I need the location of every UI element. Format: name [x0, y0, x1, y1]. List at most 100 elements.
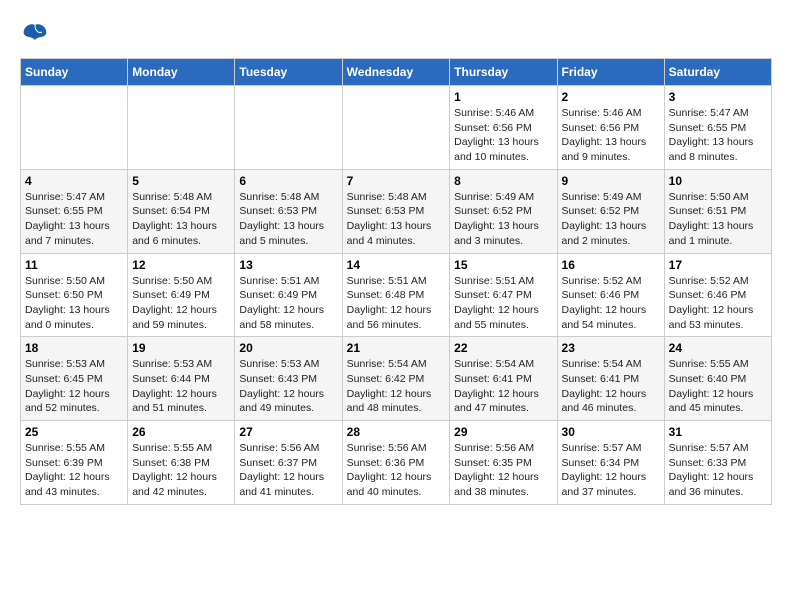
- calendar-cell: 15Sunrise: 5:51 AM Sunset: 6:47 PM Dayli…: [450, 253, 557, 337]
- day-number: 10: [669, 174, 767, 188]
- day-info: Sunrise: 5:49 AM Sunset: 6:52 PM Dayligh…: [562, 190, 660, 249]
- calendar-cell: 12 Sunrise: 5:50 AM Sunset: 6:49 PM Dayli…: [128, 253, 235, 337]
- calendar-cell: 2 Sunrise: 5:46 AM Sunset: 6:56 PM Daylig…: [557, 86, 664, 170]
- calendar-cell: [128, 86, 235, 170]
- calendar-week-row: 18 Sunrise: 5:53 AM Sunset: 6:45 PM Dayli…: [21, 337, 772, 421]
- day-info: Sunrise: 5:52 AM Sunset: 6:46 PM Dayligh…: [562, 274, 660, 333]
- day-number: 29: [454, 425, 552, 439]
- day-info: Sunrise: 5:52 AM Sunset: 6:46 PM Dayligh…: [669, 274, 767, 333]
- calendar-cell: 25 Sunrise: 5:55 AM Sunset: 6:39 PM Dayli…: [21, 421, 128, 505]
- day-info: Sunrise: 5:57 AM Sunset: 6:34 PM Dayligh…: [562, 441, 660, 500]
- day-number: 18: [25, 341, 123, 355]
- day-number: 14: [347, 258, 446, 272]
- day-of-week-header: Sunday: [21, 59, 128, 86]
- day-number: 31: [669, 425, 767, 439]
- day-info: Sunrise: 5:53 AM Sunset: 6:45 PM Dayligh…: [25, 357, 123, 416]
- calendar-cell: 18 Sunrise: 5:53 AM Sunset: 6:45 PM Dayli…: [21, 337, 128, 421]
- day-number: 4: [25, 174, 123, 188]
- day-info: Sunrise: 5:53 AM Sunset: 6:44 PM Dayligh…: [132, 357, 230, 416]
- calendar-cell: 17 Sunrise: 5:52 AM Sunset: 6:46 PM Dayli…: [664, 253, 771, 337]
- day-number: 30: [562, 425, 660, 439]
- day-info: Sunrise: 5:56 AM Sunset: 6:36 PM Dayligh…: [347, 441, 446, 500]
- calendar-cell: 28Sunrise: 5:56 AM Sunset: 6:36 PM Dayli…: [342, 421, 450, 505]
- calendar-week-row: 4 Sunrise: 5:47 AM Sunset: 6:55 PM Daylig…: [21, 169, 772, 253]
- calendar-week-row: 25 Sunrise: 5:55 AM Sunset: 6:39 PM Dayli…: [21, 421, 772, 505]
- calendar-cell: 16Sunrise: 5:52 AM Sunset: 6:46 PM Dayli…: [557, 253, 664, 337]
- day-number: 6: [239, 174, 337, 188]
- calendar-cell: 22 Sunrise: 5:54 AM Sunset: 6:41 PM Dayli…: [450, 337, 557, 421]
- day-info: Sunrise: 5:53 AM Sunset: 6:43 PM Dayligh…: [239, 357, 337, 416]
- day-number: 27: [239, 425, 337, 439]
- calendar-cell: 19 Sunrise: 5:53 AM Sunset: 6:44 PM Dayli…: [128, 337, 235, 421]
- day-number: 13: [239, 258, 337, 272]
- day-info: Sunrise: 5:55 AM Sunset: 6:40 PM Dayligh…: [669, 357, 767, 416]
- calendar-cell: 10 Sunrise: 5:50 AM Sunset: 6:51 PM Dayli…: [664, 169, 771, 253]
- calendar-cell: 6 Sunrise: 5:48 AM Sunset: 6:53 PM Daylig…: [235, 169, 342, 253]
- day-of-week-header: Friday: [557, 59, 664, 86]
- day-of-week-header: Tuesday: [235, 59, 342, 86]
- calendar-cell: 21 Sunrise: 5:54 AM Sunset: 6:42 PM Dayli…: [342, 337, 450, 421]
- day-of-week-header: Wednesday: [342, 59, 450, 86]
- day-info: Sunrise: 5:47 AM Sunset: 6:55 PM Dayligh…: [669, 106, 767, 165]
- day-number: 15: [454, 258, 552, 272]
- day-info: Sunrise: 5:56 AM Sunset: 6:35 PM Dayligh…: [454, 441, 552, 500]
- day-info: Sunrise: 5:54 AM Sunset: 6:41 PM Dayligh…: [562, 357, 660, 416]
- day-number: 3: [669, 90, 767, 104]
- day-number: 20: [239, 341, 337, 355]
- day-info: Sunrise: 5:47 AM Sunset: 6:55 PM Dayligh…: [25, 190, 123, 249]
- calendar-cell: 7Sunrise: 5:48 AM Sunset: 6:53 PM Daylig…: [342, 169, 450, 253]
- calendar-cell: 31 Sunrise: 5:57 AM Sunset: 6:33 PM Dayli…: [664, 421, 771, 505]
- day-number: 23: [562, 341, 660, 355]
- day-info: Sunrise: 5:49 AM Sunset: 6:52 PM Dayligh…: [454, 190, 552, 249]
- day-info: Sunrise: 5:57 AM Sunset: 6:33 PM Dayligh…: [669, 441, 767, 500]
- calendar-cell: 4 Sunrise: 5:47 AM Sunset: 6:55 PM Daylig…: [21, 169, 128, 253]
- calendar-cell: 30 Sunrise: 5:57 AM Sunset: 6:34 PM Dayli…: [557, 421, 664, 505]
- calendar-cell: 1Sunrise: 5:46 AM Sunset: 6:56 PM Daylig…: [450, 86, 557, 170]
- day-number: 12: [132, 258, 230, 272]
- calendar-cell: 5 Sunrise: 5:48 AM Sunset: 6:54 PM Daylig…: [128, 169, 235, 253]
- day-info: Sunrise: 5:48 AM Sunset: 6:53 PM Dayligh…: [239, 190, 337, 249]
- day-number: 8: [454, 174, 552, 188]
- calendar-cell: [342, 86, 450, 170]
- day-number: 19: [132, 341, 230, 355]
- day-info: Sunrise: 5:50 AM Sunset: 6:49 PM Dayligh…: [132, 274, 230, 333]
- day-info: Sunrise: 5:46 AM Sunset: 6:56 PM Dayligh…: [562, 106, 660, 165]
- day-number: 21: [347, 341, 446, 355]
- calendar-table: SundayMondayTuesdayWednesdayThursdayFrid…: [20, 58, 772, 505]
- day-number: 26: [132, 425, 230, 439]
- day-info: Sunrise: 5:56 AM Sunset: 6:37 PM Dayligh…: [239, 441, 337, 500]
- day-info: Sunrise: 5:51 AM Sunset: 6:49 PM Dayligh…: [239, 274, 337, 333]
- day-of-week-header: Saturday: [664, 59, 771, 86]
- calendar-cell: 20 Sunrise: 5:53 AM Sunset: 6:43 PM Dayli…: [235, 337, 342, 421]
- calendar-week-row: 11Sunrise: 5:50 AM Sunset: 6:50 PM Dayli…: [21, 253, 772, 337]
- day-info: Sunrise: 5:48 AM Sunset: 6:54 PM Dayligh…: [132, 190, 230, 249]
- day-number: 22: [454, 341, 552, 355]
- day-number: 17: [669, 258, 767, 272]
- calendar-cell: 26 Sunrise: 5:55 AM Sunset: 6:38 PM Dayli…: [128, 421, 235, 505]
- page-header: [20, 20, 772, 48]
- day-number: 24: [669, 341, 767, 355]
- day-number: 25: [25, 425, 123, 439]
- day-number: 5: [132, 174, 230, 188]
- days-header-row: SundayMondayTuesdayWednesdayThursdayFrid…: [21, 59, 772, 86]
- calendar-cell: 27 Sunrise: 5:56 AM Sunset: 6:37 PM Dayli…: [235, 421, 342, 505]
- day-number: 2: [562, 90, 660, 104]
- day-of-week-header: Monday: [128, 59, 235, 86]
- logo: [20, 20, 54, 48]
- calendar-cell: [235, 86, 342, 170]
- day-info: Sunrise: 5:50 AM Sunset: 6:51 PM Dayligh…: [669, 190, 767, 249]
- calendar-cell: 14Sunrise: 5:51 AM Sunset: 6:48 PM Dayli…: [342, 253, 450, 337]
- day-number: 9: [562, 174, 660, 188]
- calendar-cell: 24 Sunrise: 5:55 AM Sunset: 6:40 PM Dayli…: [664, 337, 771, 421]
- calendar-cell: 13 Sunrise: 5:51 AM Sunset: 6:49 PM Dayli…: [235, 253, 342, 337]
- day-info: Sunrise: 5:54 AM Sunset: 6:41 PM Dayligh…: [454, 357, 552, 416]
- day-info: Sunrise: 5:54 AM Sunset: 6:42 PM Dayligh…: [347, 357, 446, 416]
- calendar-cell: 9 Sunrise: 5:49 AM Sunset: 6:52 PM Daylig…: [557, 169, 664, 253]
- day-info: Sunrise: 5:48 AM Sunset: 6:53 PM Dayligh…: [347, 190, 446, 249]
- day-info: Sunrise: 5:55 AM Sunset: 6:38 PM Dayligh…: [132, 441, 230, 500]
- day-info: Sunrise: 5:55 AM Sunset: 6:39 PM Dayligh…: [25, 441, 123, 500]
- calendar-cell: [21, 86, 128, 170]
- calendar-cell: 8 Sunrise: 5:49 AM Sunset: 6:52 PM Daylig…: [450, 169, 557, 253]
- calendar-cell: 3 Sunrise: 5:47 AM Sunset: 6:55 PM Daylig…: [664, 86, 771, 170]
- calendar-week-row: 1Sunrise: 5:46 AM Sunset: 6:56 PM Daylig…: [21, 86, 772, 170]
